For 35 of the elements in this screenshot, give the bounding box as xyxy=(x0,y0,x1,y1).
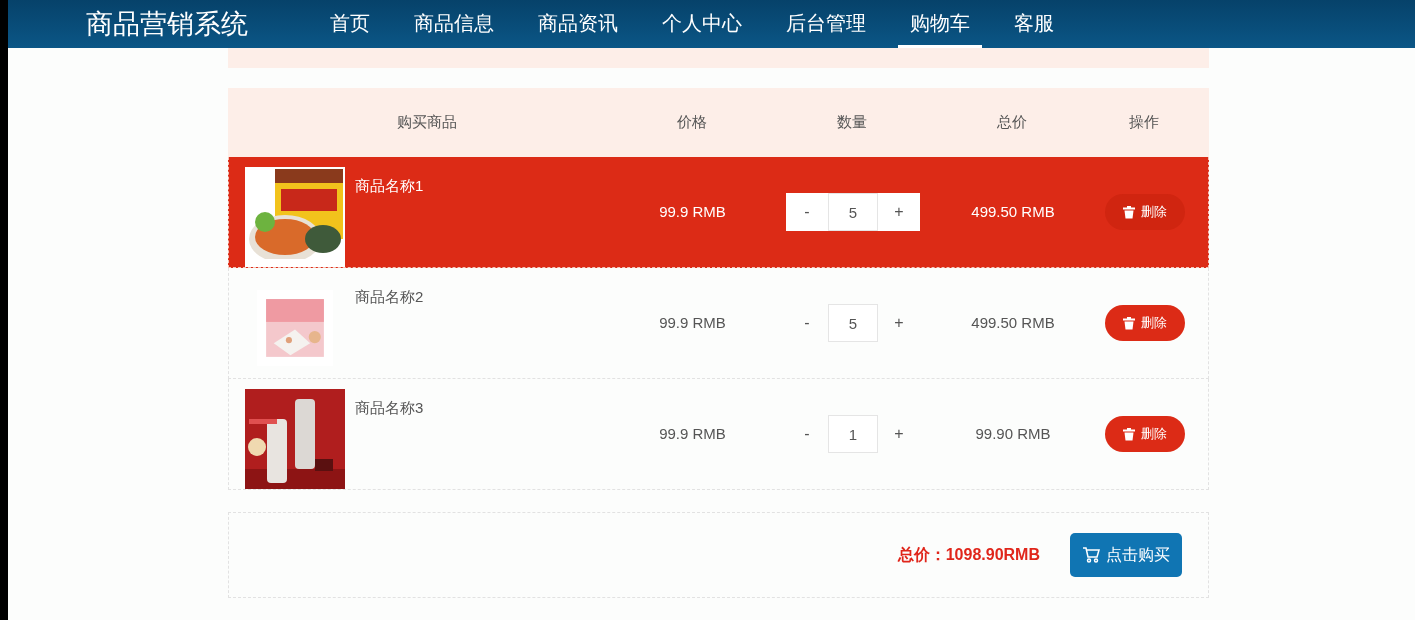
column-header: 购买商品 xyxy=(395,112,458,133)
nav-link[interactable]: 后台管理 xyxy=(774,0,878,48)
delete-button[interactable]: 删除 xyxy=(1104,416,1185,452)
total-text: 499.50 RMB xyxy=(971,201,1055,222)
column-header: 操作 xyxy=(1127,112,1160,133)
quantity-field[interactable]: 1 xyxy=(828,415,878,453)
column-header: 数量 xyxy=(836,112,868,133)
nav-link[interactable]: 客服 xyxy=(1002,0,1066,48)
quantity-field[interactable]: 5 xyxy=(828,304,878,342)
quantity-field[interactable]: 5 xyxy=(828,193,878,231)
product-name[interactable]: 商品名称3 xyxy=(355,397,424,489)
total-text: 499.50 RMB xyxy=(971,312,1055,333)
nav-link[interactable]: 商品资讯 xyxy=(526,0,630,48)
buy-button[interactable]: 点击购买 xyxy=(1070,533,1182,577)
increment-button[interactable]: + xyxy=(878,304,920,342)
nav-link[interactable]: 个人中心 xyxy=(650,0,754,48)
increment-button[interactable]: + xyxy=(878,193,920,231)
total-amount: 总价：1098.90RMB xyxy=(897,545,1040,565)
column-header: 总价 xyxy=(996,112,1028,133)
price-text: 99.9 RMB xyxy=(659,201,726,222)
product-name[interactable]: 商品名称1 xyxy=(355,175,424,267)
price-text: 99.9 RMB xyxy=(659,423,726,444)
nav-link[interactable]: 首页 xyxy=(318,0,382,48)
column-header: 价格 xyxy=(675,112,708,133)
delete-button[interactable]: 删除 xyxy=(1104,305,1185,341)
product-name[interactable]: 商品名称2 xyxy=(355,286,424,378)
increment-button[interactable]: + xyxy=(878,415,920,453)
delete-button[interactable]: 删除 xyxy=(1104,194,1185,230)
price-text: 99.9 RMB xyxy=(659,312,726,333)
decrement-button[interactable]: - xyxy=(786,193,828,231)
total-text: 99.90 RMB xyxy=(975,423,1051,444)
brand-title: 商品营销系统 xyxy=(86,7,248,41)
decrement-button[interactable]: - xyxy=(786,415,828,453)
nav-link[interactable]: 商品信息 xyxy=(402,0,506,48)
decrement-button[interactable]: - xyxy=(786,304,828,342)
